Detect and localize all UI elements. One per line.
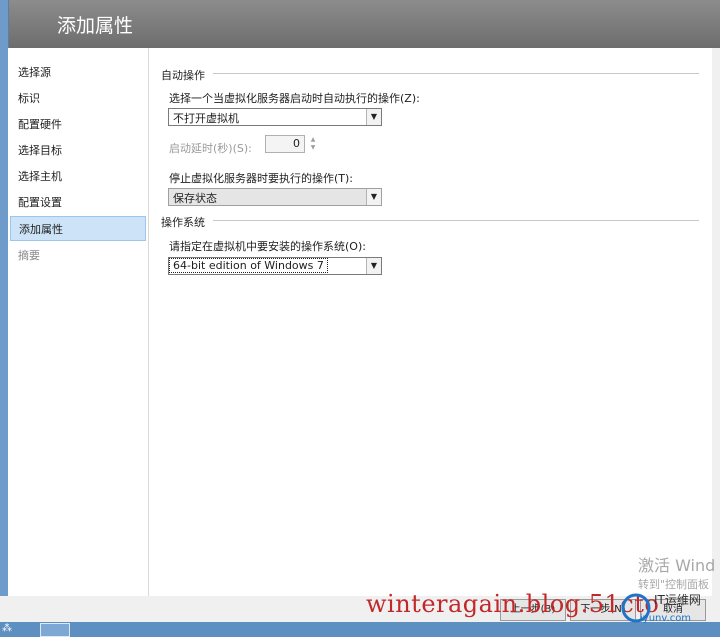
nav-item-configure-settings[interactable]: 配置设置: [10, 190, 146, 215]
activate-windows-title: 激活 Wind: [638, 556, 716, 575]
nav-item-select-destination[interactable]: 选择目标: [10, 138, 146, 163]
os-label: 请指定在虚拟机中要安装的操作系统(O):: [169, 240, 366, 253]
wizard-content: 自动操作 选择一个当虚拟化服务器启动时自动执行的操作(Z): 不打开虚拟机 ▼ …: [149, 48, 712, 596]
start-delay-input: 0: [265, 135, 305, 153]
nav-item-configure-hardware[interactable]: 配置硬件: [10, 112, 146, 137]
network-icon[interactable]: ⁂: [2, 623, 26, 637]
taskbar: ⁂: [0, 622, 720, 637]
nav-item-select-host[interactable]: 选择主机: [10, 164, 146, 189]
wizard-header: 添加属性: [0, 0, 720, 48]
os-value: 64-bit edition of Windows 7: [169, 258, 328, 273]
chevron-down-icon: ▼: [366, 189, 381, 205]
stop-action-label: 停止虚拟化服务器时要执行的操作(T):: [169, 172, 354, 185]
stop-action-select[interactable]: 保存状态 ▼: [168, 188, 382, 206]
start-action-value: 不打开虚拟机: [173, 112, 239, 125]
wizard-nav: 选择源 标识 配置硬件 选择目标 选择主机 配置设置 添加属性 摘要: [8, 48, 149, 596]
section-title-auto-actions: 自动操作: [161, 69, 205, 82]
section-divider: [213, 220, 699, 221]
section-divider: [213, 73, 699, 74]
nav-item-add-properties[interactable]: 添加属性: [10, 216, 146, 241]
start-delay-value: 0: [293, 137, 300, 150]
section-title-os: 操作系统: [161, 216, 205, 229]
logo-url: iyunv.com: [640, 613, 691, 624]
site-logo: IT运维网 iyunv.com: [621, 593, 701, 624]
chevron-down-icon: ▼: [366, 258, 381, 274]
stop-action-value: 保存状态: [173, 192, 217, 205]
start-delay-label: 启动延时(秒)(S):: [169, 142, 252, 155]
start-action-label: 选择一个当虚拟化服务器启动时自动执行的操作(Z):: [169, 92, 420, 105]
chevron-down-icon: ▼: [366, 109, 381, 125]
nav-item-select-source[interactable]: 选择源: [10, 60, 146, 85]
nav-item-summary: 摘要: [18, 249, 40, 262]
spinner-arrows-icon: ▲ ▼: [310, 136, 316, 151]
window-right-edge: [0, 0, 8, 637]
logo-text: IT运维网: [654, 593, 701, 607]
page-title: 添加属性: [57, 15, 134, 37]
start-action-select[interactable]: 不打开虚拟机 ▼: [168, 108, 382, 126]
os-select[interactable]: 64-bit edition of Windows 7 ▼: [168, 257, 382, 275]
app-window-icon[interactable]: [40, 623, 70, 637]
nav-item-identity[interactable]: 标识: [10, 86, 146, 111]
